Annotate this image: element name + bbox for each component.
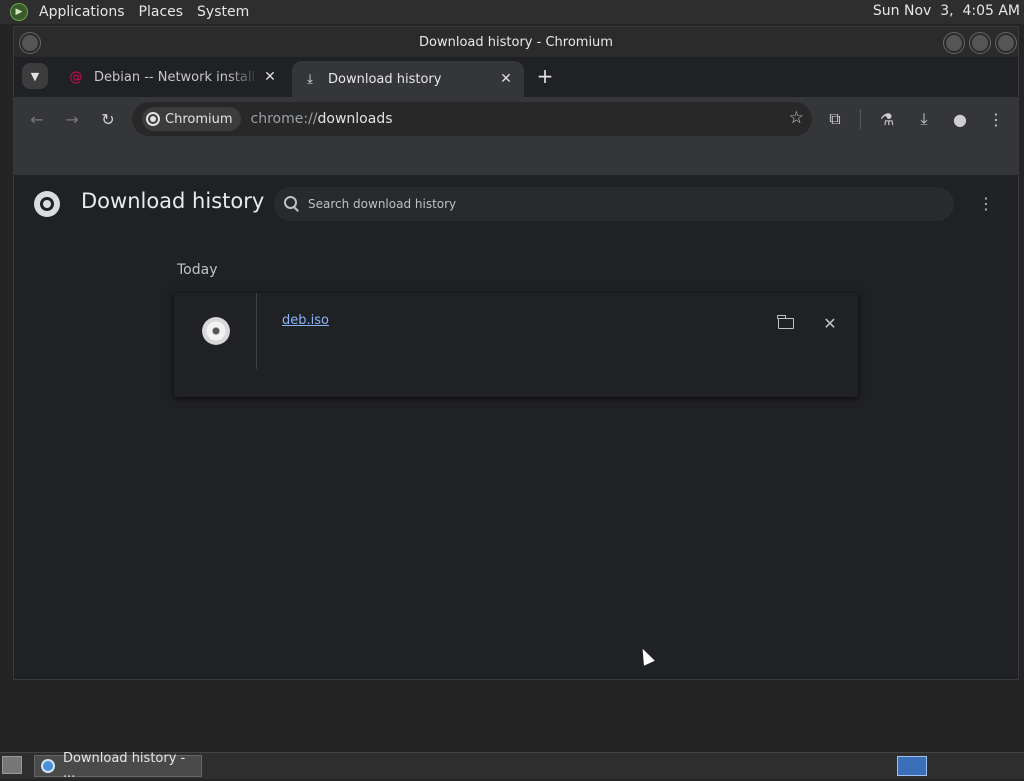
page-title: Download history: [81, 189, 265, 213]
download-icon: ⤓: [307, 71, 313, 87]
chevron-down-icon: ▼: [30, 69, 40, 83]
taskbar-window-label: Download history - ...: [62, 751, 186, 781]
tab-close-icon[interactable]: ✕: [496, 69, 516, 89]
menu-system[interactable]: System: [190, 4, 256, 20]
plus-icon: +: [536, 64, 554, 88]
show-in-folder-button[interactable]: [774, 313, 798, 333]
reload-icon: ↻: [101, 109, 115, 129]
show-desktop-icon[interactable]: [2, 756, 22, 774]
profile-button[interactable]: ●: [945, 104, 975, 134]
flask-icon: ⚗: [879, 109, 895, 129]
browser-window: Download history - Chromium ▼ @ Debian -…: [13, 26, 1019, 680]
taskbar-window-button[interactable]: Download history - ...: [34, 751, 202, 781]
forward-button[interactable]: →: [57, 104, 87, 134]
arrow-left-icon: ←: [30, 109, 44, 129]
search-downloads[interactable]: [274, 187, 954, 221]
close-window-button[interactable]: [996, 33, 1016, 53]
url-host: downloads: [317, 111, 393, 127]
kebab-menu-icon: ⋮: [988, 109, 1004, 129]
site-info-chip[interactable]: Chromium: [142, 107, 241, 131]
browser-menu-button[interactable]: ⋮: [981, 104, 1011, 134]
url-text[interactable]: chrome://downloads: [251, 111, 393, 127]
avatar-icon: ●: [953, 109, 967, 129]
reload-button[interactable]: ↻: [93, 104, 123, 134]
browser-toolbar: ← → ↻ Chromium chrome://downloads ☆ ⧉ ⚗ …: [14, 97, 1018, 141]
extensions-button[interactable]: ⧉: [820, 104, 850, 134]
minimize-button[interactable]: [944, 33, 964, 53]
kebab-menu-icon: ⋮: [978, 193, 994, 213]
bookmarks-bar: [14, 141, 1018, 175]
chromium-icon: [41, 759, 55, 773]
search-input[interactable]: [306, 196, 910, 212]
maximize-button[interactable]: [970, 33, 990, 53]
disc-icon: [202, 317, 230, 345]
folder-icon: [777, 314, 794, 329]
site-chip-label: Chromium: [165, 111, 233, 127]
labs-button[interactable]: ⚗: [872, 104, 902, 134]
downloads-button[interactable]: ⤓: [909, 104, 939, 134]
chromium-logo-icon: [34, 191, 60, 217]
download-item: deb.iso ✕: [174, 293, 858, 397]
panel-menu: ▶ Applications Places System: [0, 0, 256, 24]
panel-clock[interactable]: Sun Nov 3, 4:05 AM: [873, 3, 1020, 19]
date-group-label: Today: [177, 262, 218, 278]
search-icon: [284, 196, 300, 212]
tab-title: Debian -- Network install from: [94, 69, 260, 85]
tab-title: Download history: [328, 71, 442, 87]
tab-download-history[interactable]: ⤓ Download history ✕: [292, 61, 524, 97]
download-icon: ⤓: [920, 109, 928, 128]
close-icon: ✕: [823, 313, 837, 333]
new-tab-button[interactable]: +: [534, 64, 556, 88]
window-title: Download history - Chromium: [419, 34, 613, 50]
downloads-page: Download history ⋮ Today deb.iso ✕: [14, 175, 1018, 679]
window-titlebar[interactable]: Download history - Chromium: [14, 27, 1018, 57]
tab-strip: ▼ @ Debian -- Network install from ✕ ⤓ D…: [14, 57, 1018, 97]
applications-logo-icon[interactable]: ▶: [10, 3, 28, 21]
top-panel: ▶ Applications Places System Sun Nov 3, …: [0, 0, 1024, 24]
workspace-switcher-icon[interactable]: [897, 756, 927, 776]
chromium-icon: [146, 112, 160, 126]
mouse-cursor-icon: [637, 646, 655, 666]
url-scheme: chrome://: [250, 111, 318, 127]
menu-applications[interactable]: Applications: [32, 4, 132, 20]
back-button[interactable]: ←: [22, 104, 52, 134]
arrow-right-icon: →: [65, 109, 79, 129]
debian-swirl-icon: @: [69, 69, 83, 85]
bottom-taskbar: Download history - ...: [0, 751, 1024, 781]
file-name-link[interactable]: deb.iso: [282, 313, 329, 328]
menu-places[interactable]: Places: [132, 4, 191, 20]
window-menu-button[interactable]: [20, 33, 40, 53]
tab-debian[interactable]: @ Debian -- Network install from ✕: [58, 61, 288, 93]
address-bar[interactable]: Chromium chrome://downloads ☆: [132, 102, 812, 136]
more-actions-button[interactable]: ⋮: [974, 191, 998, 215]
bookmark-star-icon[interactable]: ☆: [789, 108, 804, 128]
tab-close-icon[interactable]: ✕: [260, 67, 280, 87]
toolbar-separator: [860, 109, 861, 129]
puzzle-icon: ⧉: [829, 109, 841, 128]
tab-search-button[interactable]: ▼: [22, 63, 48, 89]
downloads-header: Download history ⋮: [14, 175, 1018, 231]
file-icon-area: [174, 293, 257, 369]
remove-from-list-button[interactable]: ✕: [818, 311, 842, 335]
